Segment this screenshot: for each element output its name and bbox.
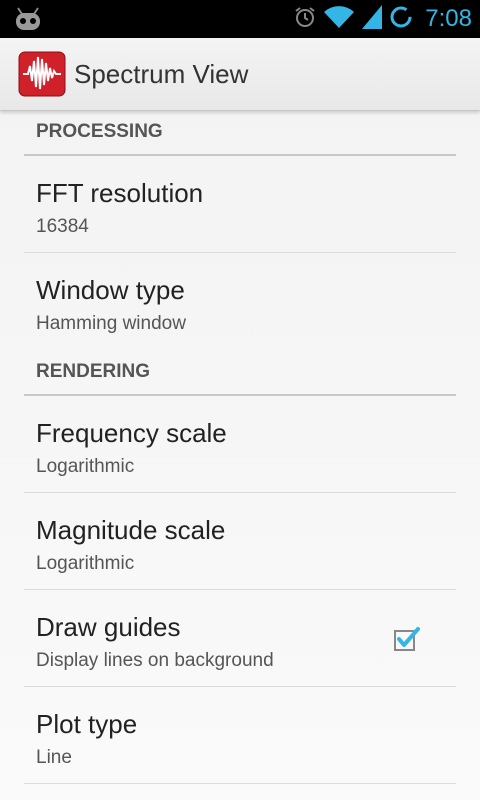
- alarm-icon: [293, 5, 317, 34]
- category-header-rendering: RENDERING: [24, 350, 456, 396]
- pref-summary: Hamming window: [36, 313, 186, 334]
- clock: 7:08: [425, 5, 472, 32]
- draw-guides-checkbox[interactable]: [394, 626, 420, 652]
- status-bar: 7:08: [0, 0, 480, 38]
- pref-title: Plot type: [36, 709, 138, 739]
- category-header-processing: PROCESSING: [24, 110, 456, 156]
- pref-title: Magnitude scale: [36, 515, 226, 545]
- pref-title: Draw guides: [36, 612, 181, 642]
- preferences-list: PROCESSING FFT resolution 16384 Window t…: [24, 110, 456, 784]
- pref-title: Frequency scale: [36, 418, 227, 448]
- android-robot-icon: [14, 6, 42, 37]
- pref-draw-guides[interactable]: Draw guides Display lines on background: [24, 590, 456, 687]
- signal-icon: [361, 4, 383, 35]
- pref-frequency-scale[interactable]: Frequency scale Logarithmic: [24, 396, 456, 493]
- pref-summary: Display lines on background: [36, 650, 274, 671]
- pref-summary: Line: [36, 747, 72, 768]
- pref-title: Window type: [36, 275, 185, 305]
- wifi-icon: [323, 4, 355, 35]
- pref-plot-type[interactable]: Plot type Line: [24, 687, 456, 784]
- pref-magnitude-scale[interactable]: Magnitude scale Logarithmic: [24, 493, 456, 590]
- waveform-icon[interactable]: [18, 51, 66, 97]
- pref-summary: 16384: [36, 216, 89, 237]
- pref-fft-resolution[interactable]: FFT resolution 16384: [24, 156, 456, 253]
- pref-summary: Logarithmic: [36, 456, 135, 477]
- app-title: Spectrum View: [74, 58, 249, 89]
- pref-window-type[interactable]: Window type Hamming window: [24, 253, 456, 350]
- action-bar: Spectrum View: [0, 38, 480, 111]
- pref-summary: Logarithmic: [36, 553, 135, 574]
- battery-charging-icon: [389, 5, 413, 34]
- pref-title: FFT resolution: [36, 178, 204, 208]
